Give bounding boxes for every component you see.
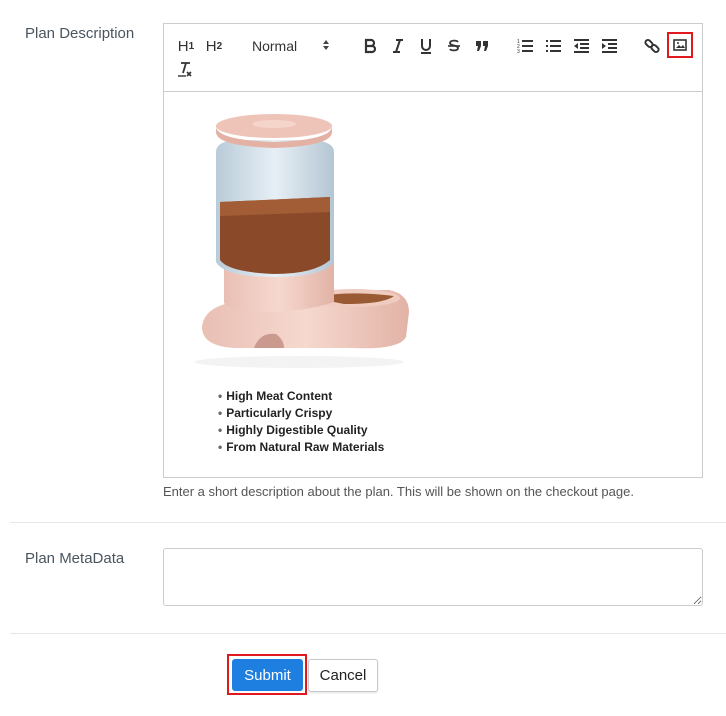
editor-content[interactable]: High Meat Content Particularly Crispy Hi… <box>164 92 702 477</box>
strikethrough-icon <box>448 39 460 52</box>
image-button[interactable] <box>667 32 693 58</box>
heading-1-button[interactable]: H1 <box>176 36 196 56</box>
feature-item: From Natural Raw Materials <box>218 439 384 456</box>
select-arrows-icon <box>323 40 329 50</box>
outdent-icon <box>574 39 589 53</box>
strikethrough-button[interactable] <box>446 36 462 56</box>
editor-toolbar: H1 H2 Normal 123 <box>164 24 702 92</box>
cancel-button[interactable]: Cancel <box>308 659 378 692</box>
indent-button[interactable] <box>600 36 618 56</box>
indent-icon <box>602 39 617 53</box>
blockquote-button[interactable] <box>474 36 490 56</box>
plan-description-label: Plan Description <box>25 25 135 42</box>
plan-metadata-label: Plan MetaData <box>25 550 125 567</box>
section-divider <box>10 522 726 523</box>
section-divider <box>10 633 726 634</box>
image-icon <box>673 39 687 51</box>
description-help-text: Enter a short description about the plan… <box>163 484 634 499</box>
bullet-list-icon <box>546 40 561 52</box>
bold-icon <box>364 38 377 54</box>
clear-format-button[interactable] <box>176 60 194 80</box>
rich-text-editor[interactable]: H1 H2 Normal 123 • High Meat Content • P… <box>163 23 703 478</box>
italic-button[interactable] <box>390 36 406 56</box>
bold-button[interactable] <box>362 36 378 56</box>
underline-button[interactable] <box>418 36 434 56</box>
feature-item: Particularly Crispy <box>218 405 384 422</box>
feature-item: Highly Digestible Quality <box>218 422 384 439</box>
bullet-list-button[interactable] <box>544 36 562 56</box>
link-button[interactable] <box>643 36 661 56</box>
link-icon <box>644 38 660 54</box>
ordered-list-button[interactable]: 123 <box>516 36 534 56</box>
heading-2-button[interactable]: H2 <box>204 36 224 56</box>
ordered-list-icon: 123 <box>517 39 533 54</box>
outdent-button[interactable] <box>572 36 590 56</box>
submit-button[interactable]: Submit <box>232 659 303 691</box>
blockquote-icon <box>476 41 488 51</box>
clear-format-icon <box>178 62 192 77</box>
svg-text:3: 3 <box>517 49 520 54</box>
product-image-pet-feeder <box>194 114 409 368</box>
underline-icon <box>421 39 431 54</box>
format-select[interactable]: Normal <box>252 36 342 56</box>
feature-item: High Meat Content <box>218 388 384 405</box>
italic-icon <box>393 39 403 53</box>
plan-metadata-input[interactable] <box>163 548 703 606</box>
feature-list: High Meat Content Particularly Crispy Hi… <box>218 388 384 456</box>
